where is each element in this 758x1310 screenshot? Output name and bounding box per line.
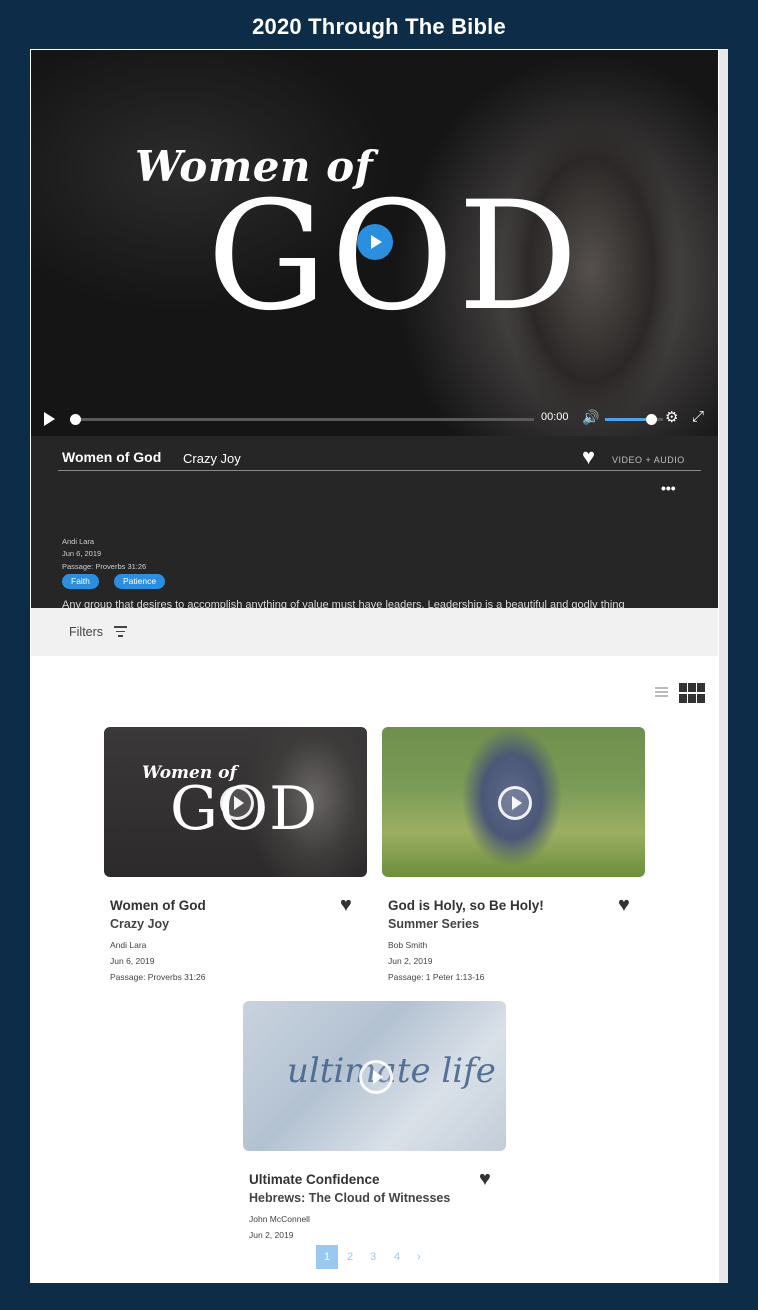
page-3[interactable]: 3 bbox=[362, 1245, 384, 1269]
card-title[interactable]: God is Holy, so Be Holy! bbox=[388, 898, 544, 913]
sermon-speaker: Andi Lara bbox=[62, 537, 95, 546]
page-2[interactable]: 2 bbox=[339, 1245, 361, 1269]
play-icon[interactable] bbox=[498, 786, 532, 820]
card-series: Crazy Joy bbox=[110, 917, 170, 931]
heart-icon[interactable]: ♥ bbox=[582, 444, 595, 470]
tag-faith[interactable]: Faith bbox=[62, 574, 99, 589]
card-passage: Passage: Proverbs 31:26 bbox=[110, 972, 206, 982]
play-icon[interactable] bbox=[44, 412, 55, 426]
heart-icon[interactable]: ♥ bbox=[340, 894, 352, 917]
sermon-series: Crazy Joy bbox=[183, 451, 241, 466]
list-view-icon[interactable] bbox=[655, 687, 668, 699]
scrollbar[interactable] bbox=[719, 49, 728, 1283]
page-4[interactable]: 4 bbox=[386, 1245, 408, 1269]
volume-remaining bbox=[657, 418, 663, 421]
time-display: 00:00 bbox=[541, 411, 569, 423]
tag-patience[interactable]: Patience bbox=[114, 574, 166, 589]
page-title: 2020 Through The Bible bbox=[252, 14, 506, 39]
video-player[interactable]: Women of GOD 00:00 🔊 ⚙ ⤢ bbox=[31, 50, 718, 436]
volume-slider[interactable] bbox=[605, 414, 663, 425]
card-date: Jun 6, 2019 bbox=[110, 956, 155, 966]
sermon-info-header: Women of God Crazy Joy ♥ VIDEO + AUDIO bbox=[58, 436, 701, 471]
card-thumbnail[interactable] bbox=[382, 727, 645, 877]
play-icon[interactable] bbox=[220, 786, 254, 820]
card-date: Jun 2, 2019 bbox=[388, 956, 433, 966]
volume-icon[interactable]: 🔊 bbox=[582, 409, 599, 426]
filter-bar: Filters bbox=[31, 608, 718, 656]
filter-icon[interactable] bbox=[114, 626, 127, 640]
card-series: Hebrews: The Cloud of Witnesses bbox=[249, 1191, 451, 1205]
card-series: Summer Series bbox=[388, 917, 480, 931]
card-thumbnail[interactable]: Women of GOD bbox=[104, 727, 367, 877]
next-page[interactable]: › bbox=[408, 1245, 430, 1269]
gear-icon[interactable]: ⚙ bbox=[665, 408, 678, 426]
heart-icon[interactable]: ♥ bbox=[618, 894, 630, 917]
card-title[interactable]: Ultimate Confidence bbox=[249, 1172, 380, 1187]
volume-knob[interactable] bbox=[646, 414, 657, 425]
heart-icon[interactable]: ♥ bbox=[479, 1168, 491, 1191]
page-1[interactable]: 1 bbox=[316, 1245, 338, 1269]
sermon-info-panel: Women of God Crazy Joy ♥ VIDEO + AUDIO A… bbox=[31, 436, 718, 627]
sermon-frame: Women of GOD 00:00 🔊 ⚙ ⤢ Women of God Cr… bbox=[30, 49, 728, 1283]
media-type-label[interactable]: VIDEO + AUDIO bbox=[612, 455, 685, 465]
card-thumbnail[interactable]: ultimate life bbox=[243, 1001, 506, 1151]
progress-bar[interactable] bbox=[70, 414, 534, 425]
more-icon[interactable]: ••• bbox=[661, 480, 676, 496]
sermon-date: Jun 6, 2019 bbox=[62, 549, 102, 558]
big-play-button[interactable] bbox=[357, 224, 393, 260]
sermon-title: Women of God bbox=[62, 449, 162, 465]
fullscreen-icon[interactable]: ⤢ bbox=[692, 408, 704, 425]
card-speaker: John McConnell bbox=[249, 1214, 310, 1224]
card-title[interactable]: Women of God bbox=[110, 898, 206, 913]
card-date: Jun 2, 2019 bbox=[249, 1230, 294, 1240]
hero-title-line2: GOD bbox=[207, 170, 583, 344]
play-icon[interactable] bbox=[359, 1060, 393, 1094]
card-speaker: Andi Lara bbox=[110, 940, 147, 950]
player-controls: 00:00 🔊 ⚙ ⤢ bbox=[31, 404, 718, 436]
progress-knob[interactable] bbox=[70, 414, 81, 425]
grid-view-icon[interactable] bbox=[679, 683, 706, 704]
sermon-passage: Passage: Proverbs 31:26 bbox=[62, 562, 147, 571]
card-speaker: Bob Smith bbox=[388, 940, 428, 950]
filters-button[interactable]: Filters bbox=[69, 625, 103, 639]
card-passage: Passage: 1 Peter 1:13-16 bbox=[388, 972, 485, 982]
